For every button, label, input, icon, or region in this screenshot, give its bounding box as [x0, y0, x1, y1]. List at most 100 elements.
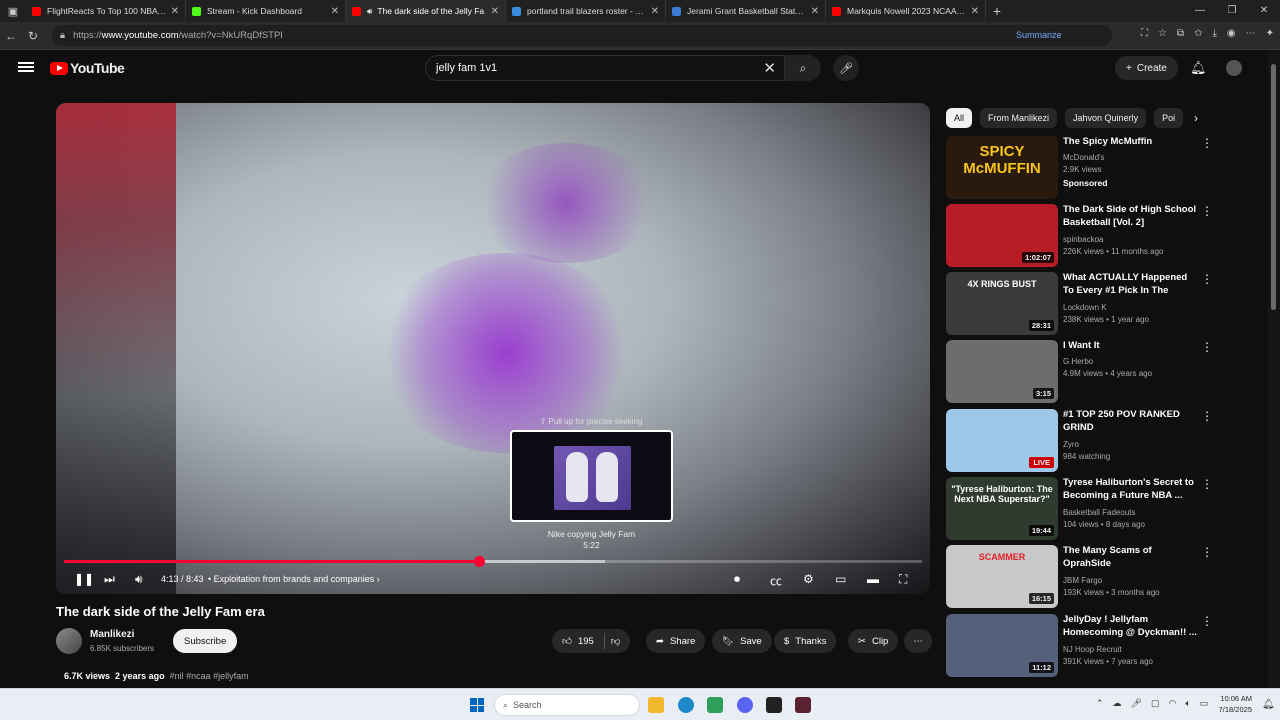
video-thumbnail[interactable]: LIVE [946, 409, 1058, 472]
audio-playing-icon[interactable]: 🔊︎ [367, 6, 372, 17]
channel-avatar[interactable] [56, 628, 82, 654]
clip-button[interactable]: ✂ Clip [848, 629, 899, 653]
app-icon[interactable] [707, 697, 723, 713]
more-options-icon[interactable]: ⋮ [1201, 136, 1213, 150]
search-input[interactable]: jelly fam 1v1 ✕ [425, 55, 785, 81]
more-options-icon[interactable]: ⋮ [1201, 409, 1213, 423]
restore-button[interactable]: ❐ [1216, 0, 1248, 22]
video-thumbnail[interactable]: 3:15 [946, 340, 1058, 403]
recommendation-channel[interactable]: Lockdown K [1063, 303, 1107, 312]
notifications-icon[interactable]: 🔔︎ [1262, 699, 1275, 710]
recommendation-item[interactable]: "Tyrese Haliburton: The Next NBA Superst… [946, 477, 1216, 541]
close-tab-icon[interactable]: ✕ [651, 6, 659, 17]
summarize-button[interactable]: Summarize [1016, 30, 1062, 40]
browser-tab[interactable]: Markquis Nowell 2023 NCAA tou ✕ [826, 0, 986, 22]
audio-app-icon[interactable] [766, 697, 782, 713]
recommendation-channel[interactable]: Zyro [1063, 440, 1079, 449]
close-tab-icon[interactable]: ✕ [971, 6, 979, 17]
cloud-icon[interactable]: ☁ [1113, 698, 1122, 709]
like-button[interactable]: 👍︎ 195 👎︎ [552, 629, 631, 653]
search-button[interactable]: ⌕ [785, 55, 821, 81]
more-options-icon[interactable]: ⋮ [1201, 545, 1213, 559]
system-clock[interactable]: 10:06 AM 7/18/2025 [1214, 693, 1252, 715]
back-icon[interactable]: ← [0, 29, 22, 43]
video-thumbnail[interactable]: SCAMMER 16:15 [946, 545, 1058, 608]
close-tab-icon[interactable]: ✕ [811, 6, 819, 17]
translate-icon[interactable]: ⛶ [1141, 28, 1148, 39]
close-tab-icon[interactable]: ✕ [171, 6, 179, 17]
recommendation-channel[interactable]: spinbackoa [1063, 235, 1103, 244]
next-icon[interactable]: ⏭︎ [104, 572, 115, 587]
notifications-icon[interactable]: 🔔︎ [1190, 60, 1207, 76]
recommendation-item[interactable]: LIVE #1 TOP 250 POV RANKED GRIND Zyro 984 w… [946, 409, 1216, 473]
recommendation-item[interactable]: 11:12 JellyDay ! Jellyfam Homecoming @ Dy… [946, 614, 1216, 678]
thanks-button[interactable]: $ Thanks [774, 629, 837, 653]
browser-tab[interactable]: 🔊︎ The dark side of the Jelly Fa ✕ [346, 0, 506, 22]
copilot-icon[interactable]: ✦ [1266, 28, 1274, 39]
more-options-icon[interactable]: ⋮ [1201, 340, 1213, 354]
video-thumbnail[interactable]: 1:02:07 [946, 204, 1058, 267]
volume-icon[interactable]: 🔊︎ [135, 572, 143, 587]
filter-chip[interactable]: Jahvon Quinerly [1065, 108, 1147, 128]
close-window-button[interactable]: ✕ [1248, 0, 1280, 22]
close-tab-icon[interactable]: ✕ [491, 6, 499, 17]
recommendation-item[interactable]: SPICY McMUFFIN The Spicy McMuffin McDonald… [946, 136, 1216, 200]
video-thumbnail[interactable]: 4X RINGS BUST 28:31 [946, 272, 1058, 335]
subscribe-button[interactable]: Subscribe [173, 629, 238, 653]
voice-search-button[interactable]: 🎤︎ [833, 55, 859, 81]
video-thumbnail[interactable]: SPICY McMUFFIN [946, 136, 1058, 199]
app-icon[interactable] [795, 697, 811, 713]
recommendation-channel[interactable]: G Herbo [1063, 357, 1093, 366]
profile-icon[interactable]: ◉ [1227, 28, 1236, 39]
close-tab-icon[interactable]: ✕ [331, 6, 339, 17]
browser-tab[interactable]: Stream - Kick Dashboard ✕ [186, 0, 346, 22]
address-bar[interactable]: 🔒︎ https://www.youtube.com/watch?v=NkURq… [52, 25, 1112, 46]
browser-tab[interactable]: Jerami Grant Basketball Stats - Sp ✕ [666, 0, 826, 22]
favorite-icon[interactable]: ☆ [1158, 28, 1167, 39]
refresh-icon[interactable]: ↻ [22, 29, 44, 43]
video-meta[interactable]: 6.7K views 2 years ago #nil #ncaa #jelly… [64, 671, 249, 681]
miniplayer-icon[interactable]: ▭ [835, 572, 846, 586]
more-icon[interactable]: ⋯ [1246, 28, 1256, 39]
recommendation-item[interactable]: 3:15 I Want It G Herbo 4.9M views • 4 years… [946, 340, 1216, 404]
minimize-button[interactable]: — [1184, 0, 1216, 22]
page-scrollbar[interactable] [1268, 50, 1280, 688]
captions-icon[interactable]: ㏄ [770, 572, 782, 589]
taskbar-search-input[interactable]: ⌕ Search [494, 694, 640, 716]
chapter-button[interactable]: • Exploitation from brands and companies… [208, 574, 380, 584]
channel-name[interactable]: Manlikezi [90, 629, 134, 640]
save-button[interactable]: 🔖︎ Save [712, 629, 772, 653]
recommendation-channel[interactable]: Basketball Fadeouts [1063, 508, 1136, 517]
downloads-icon[interactable]: ⤓ [1212, 28, 1216, 39]
more-options-icon[interactable]: ⋮ [1201, 477, 1213, 491]
edge-icon[interactable] [678, 697, 694, 713]
recommendation-item[interactable]: 4X RINGS BUST 28:31 What ACTUALLY Happened… [946, 272, 1216, 336]
video-thumbnail[interactable]: 11:12 [946, 614, 1058, 677]
recommendation-channel[interactable]: McDonald's [1063, 153, 1105, 162]
create-button[interactable]: + Create [1115, 56, 1178, 80]
recommendation-channel[interactable]: JBM Fargo [1063, 576, 1102, 585]
hashtags[interactable]: #nil #ncaa #jellyfam [170, 671, 249, 681]
pause-icon[interactable]: ❚❚ [74, 572, 94, 586]
battery-icon[interactable]: ▭ [1200, 698, 1209, 709]
progress-bar[interactable] [64, 556, 922, 567]
video-thumbnail[interactable]: "Tyrese Haliburton: The Next NBA Superst… [946, 477, 1058, 540]
fullscreen-icon[interactable]: ⛶ [899, 572, 907, 587]
filter-chip[interactable]: Poi [1154, 108, 1184, 128]
menu-icon[interactable] [18, 60, 34, 74]
favorites-icon[interactable]: ✩ [1194, 28, 1202, 39]
share-button[interactable]: ➦ Share [646, 629, 706, 653]
discord-icon[interactable] [737, 697, 753, 713]
extensions-icon[interactable]: ⧉ [1177, 28, 1184, 39]
more-options-icon[interactable]: ⋮ [1201, 272, 1213, 286]
speaker-icon[interactable]: 🔈︎ [1185, 698, 1190, 709]
more-actions-button[interactable]: ⋯ [904, 629, 932, 653]
settings-icon[interactable]: ⚙︎ [803, 572, 814, 586]
video-player[interactable]: ⇧ Pull up for precise seeking Nike copyi… [56, 103, 930, 594]
scrollbar-thumb[interactable] [1271, 64, 1276, 310]
windows-start-icon[interactable] [470, 698, 484, 712]
new-tab-button[interactable]: + [986, 3, 1008, 19]
browser-tab[interactable]: portland trail blazers roster - Sea ✕ [506, 0, 666, 22]
youtube-logo[interactable]: YouTube [50, 60, 125, 76]
filter-chip[interactable]: All [946, 108, 973, 128]
